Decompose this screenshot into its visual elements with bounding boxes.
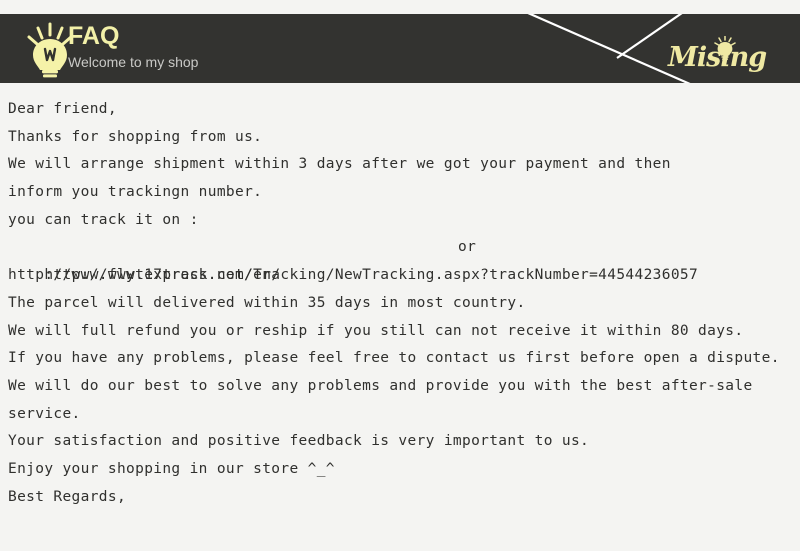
letter-line-thanks: Thanks for shopping from us. xyxy=(8,128,263,145)
letter-line-refund: We will full refund you or reship if you… xyxy=(8,322,744,339)
tracking-url-17track[interactable]: http://www.17track.net/en/ xyxy=(44,267,280,283)
letter-line-dispute: If you have any problems, please feel fr… xyxy=(8,350,780,367)
letter-line-inform: inform you trackingn number. xyxy=(8,184,263,201)
letter-line-signoff: Best Regards, xyxy=(8,488,127,505)
letter-line-service: service. xyxy=(8,405,81,422)
letter-line-best-effort: We will do our best to solve any problem… xyxy=(8,377,753,394)
faq-header-banner: FAQ Welcome to my shop Mising xyxy=(0,14,800,83)
letter-line-shipment: We will arrange shipment within 3 days a… xyxy=(8,156,671,173)
letter-line-track-url-1: http://www.17track.net/en/or xyxy=(8,234,796,283)
or-label: or xyxy=(458,239,477,256)
letter-line-enjoy: Enjoy your shopping in our store ^_^ xyxy=(8,460,335,477)
letter-line-delivery-time: The parcel will delivered within 35 days… xyxy=(8,294,526,311)
letter-line-greeting: Dear friend, xyxy=(8,101,117,117)
page-title: FAQ xyxy=(68,22,120,50)
letter-line-feedback: Your satisfaction and positive feedback … xyxy=(8,433,590,450)
lightbulb-icon-small xyxy=(714,35,736,62)
shop-logo: Mising xyxy=(668,34,788,78)
header-titles: FAQ Welcome to my shop xyxy=(68,22,198,72)
faq-letter-body: Dear friend, Thanks for shopping from us… xyxy=(8,96,796,511)
page-subtitle: Welcome to my shop xyxy=(68,54,199,70)
letter-line-track-intro: you can track it on : xyxy=(8,211,199,228)
